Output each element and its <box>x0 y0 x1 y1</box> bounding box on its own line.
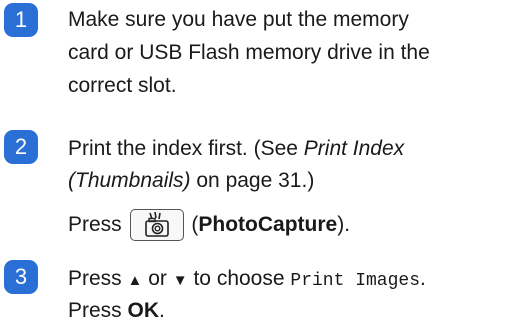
down-arrow-icon: ▼ <box>172 272 188 289</box>
step-2-line-3: Press (PhotoCapture). <box>68 208 350 242</box>
up-arrow-icon: ▲ <box>127 272 143 289</box>
step-1-line-2: card or USB Flash memory drive in the <box>68 41 430 64</box>
step-3-to-choose: to choose <box>193 267 285 290</box>
step-3-press: Press <box>68 267 122 290</box>
step-2-page-ref: on page 31.) <box>190 169 315 192</box>
step-2-line-1: Print the index first. (See Print Index <box>68 136 404 162</box>
step-2-line-2: (Thumbnails) on page 31.) <box>68 168 314 194</box>
ok-label: OK <box>127 299 160 322</box>
print-images-option: Print Images <box>290 271 421 291</box>
step-3-press-2: Press <box>68 299 128 322</box>
step-1-line-1: Make sure you have put the memory <box>68 8 409 31</box>
photocapture-label: PhotoCapture <box>198 213 338 236</box>
photocapture-button[interactable] <box>129 209 184 242</box>
step-2-text-a: Print the index first. (See <box>68 137 304 160</box>
step-2-press-close: ). <box>337 213 351 236</box>
step-2-press-label: Press <box>68 213 122 236</box>
step-1-line-3: correct slot. <box>68 74 177 97</box>
step-2-reference-subtitle: (Thumbnails) <box>68 169 191 192</box>
step-3-period-2: . <box>159 299 165 322</box>
step-3-line-1: Press ▲ or ▼ to choose Print Images. <box>68 266 426 294</box>
step-3-or: or <box>148 267 167 290</box>
step-3-badge: 3 <box>4 260 38 294</box>
camera-icon <box>144 212 169 238</box>
step-2-reference-title: Print Index <box>303 137 405 160</box>
step-3-line-2: Press OK. <box>68 298 165 324</box>
step-2-badge: 2 <box>4 130 38 164</box>
step-1-badge: 1 <box>4 3 38 37</box>
step-3-period: . <box>420 267 426 290</box>
